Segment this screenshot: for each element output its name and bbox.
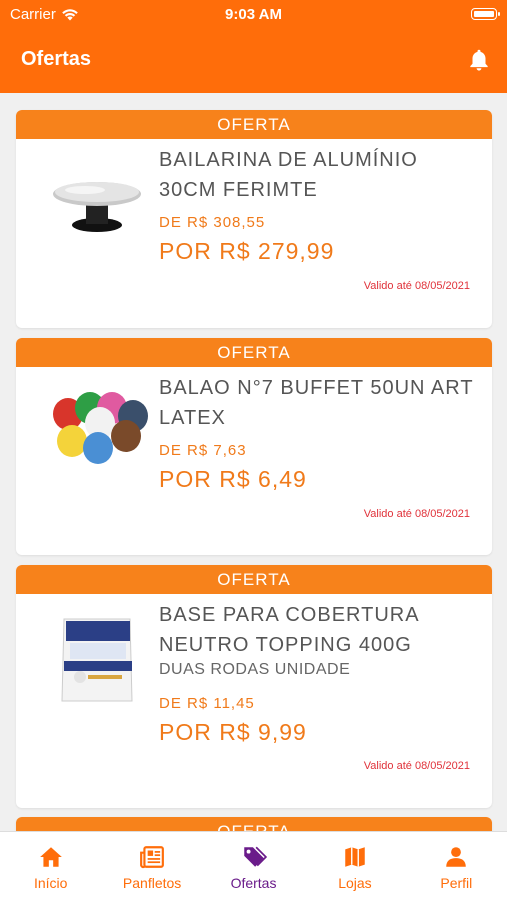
offer-card[interactable]: OFERTA BALAO N°7 BUFFET 50UN ART LATEX D…: [16, 338, 492, 555]
battery-icon: [471, 8, 500, 20]
tab-label: Perfil: [440, 875, 473, 891]
status-bar: Carrier 9:03 AM: [0, 6, 507, 26]
tab-inicio[interactable]: Início: [0, 832, 101, 901]
new-price: POR R$ 9,99: [159, 719, 307, 745]
app-header: Carrier 9:03 AM Ofertas: [0, 0, 507, 93]
valid-date: Valido até 08/05/2021: [363, 508, 470, 520]
tab-ofertas[interactable]: Ofertas: [203, 832, 304, 901]
page-title: Ofertas: [21, 48, 92, 70]
offer-badge: OFERTA: [16, 565, 492, 594]
valid-date: Valido até 08/05/2021: [363, 280, 470, 292]
tab-label: Ofertas: [230, 875, 277, 891]
home-icon: [39, 847, 62, 867]
offer-name: BALAO N°7 BUFFET 50UN ART LATEX: [159, 377, 474, 429]
topping-package-image: [61, 618, 133, 702]
new-price: POR R$ 279,99: [159, 238, 335, 264]
offers-list[interactable]: OFERTA BAILARINA DE ALUMÍNIO 30CM FERIMT…: [0, 93, 507, 831]
offer-card[interactable]: OFERTA BAILARINA DE ALUMÍNIO 30CM FERIMT…: [16, 110, 492, 328]
bell-icon[interactable]: [466, 47, 492, 73]
offer-name: BAILARINA DE ALUMÍNIO 30CM FERIMTE: [159, 149, 418, 201]
map-icon: [345, 847, 365, 867]
offer-card[interactable]: OFERTA BASE PARA COBERTURA NEUTRO TOPPIN…: [16, 565, 492, 808]
tab-lojas[interactable]: Lojas: [304, 832, 405, 901]
offer-badge: OFERTA: [16, 110, 492, 139]
tab-label: Panfletos: [122, 875, 182, 891]
tab-panfletos[interactable]: Panfletos: [101, 832, 202, 901]
old-price: DE R$ 308,55: [159, 214, 266, 231]
newspaper-icon: [140, 846, 165, 869]
balloons-image: [53, 392, 148, 464]
old-price: DE R$ 11,45: [159, 695, 255, 712]
valid-date: Valido até 08/05/2021: [363, 760, 470, 772]
clock: 9:03 AM: [225, 6, 282, 23]
offer-subtitle: DUAS RODAS UNIDADE: [159, 661, 351, 678]
tab-bar: Início Panfletos Ofertas Lojas Perfil: [0, 831, 507, 901]
tab-label: Início: [33, 875, 68, 891]
old-price: DE R$ 7,63: [159, 442, 247, 459]
offer-card[interactable]: OFERTA: [16, 817, 492, 831]
tag-icon: [243, 846, 267, 867]
offer-badge: OFERTA: [16, 817, 492, 831]
offer-badge: OFERTA: [16, 338, 492, 367]
new-price: POR R$ 6,49: [159, 466, 307, 492]
user-icon: [446, 847, 467, 867]
tab-perfil[interactable]: Perfil: [406, 832, 507, 901]
offer-name: BASE PARA COBERTURA NEUTRO TOPPING 400G: [159, 604, 419, 656]
tab-label: Lojas: [338, 875, 372, 891]
cake-stand-image: [53, 182, 141, 232]
